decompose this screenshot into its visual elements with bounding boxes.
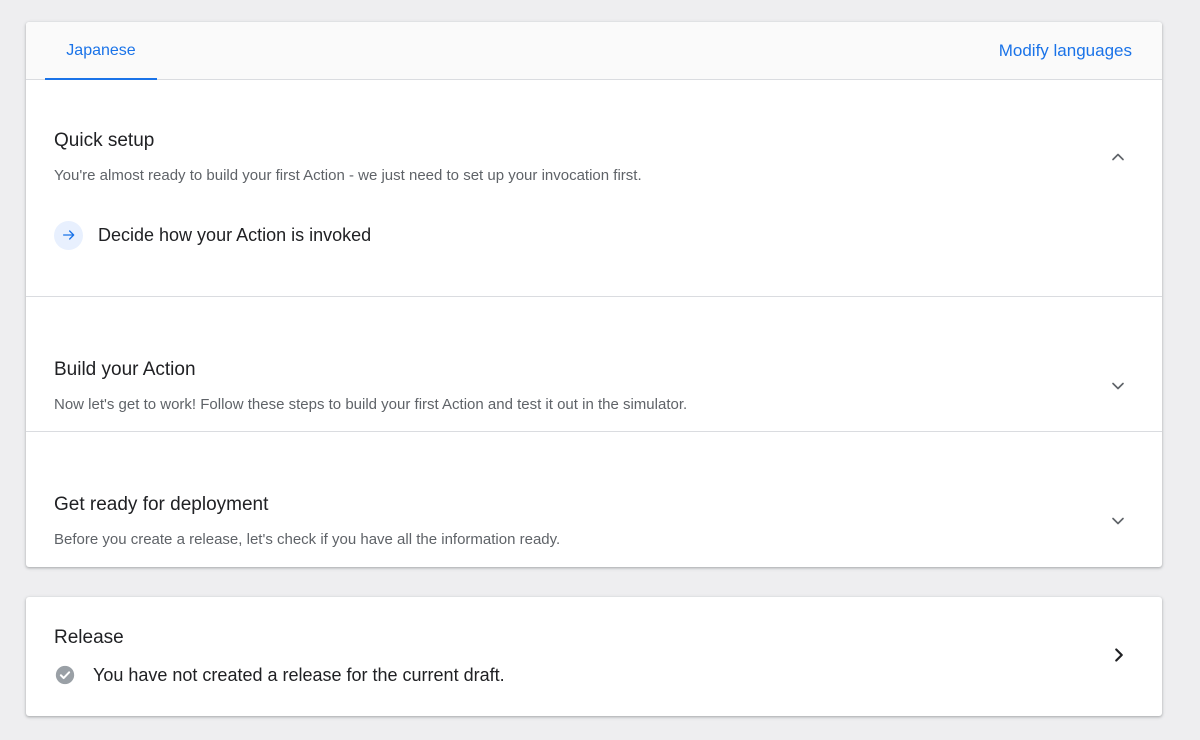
build-action-section: Build your Action Now let's get to work!… <box>26 297 1162 432</box>
chevron-down-icon[interactable] <box>1108 511 1128 531</box>
quick-setup-description: You're almost ready to build your first … <box>54 167 642 184</box>
build-action-title: Build your Action <box>54 359 196 380</box>
language-tab-bar: Japanese Modify languages <box>26 22 1162 80</box>
deployment-section: Get ready for deployment Before you crea… <box>26 432 1162 567</box>
quick-setup-title: Quick setup <box>54 130 155 151</box>
release-status-text: You have not created a release for the c… <box>93 664 505 685</box>
setup-card: Japanese Modify languages Quick setup Yo… <box>26 22 1162 567</box>
chevron-up-icon[interactable] <box>1108 147 1128 167</box>
step-label: Decide how your Action is invoked <box>98 224 372 245</box>
check-circle-icon <box>55 665 75 685</box>
deployment-title: Get ready for deployment <box>54 494 269 515</box>
step-icon-circle <box>54 220 83 250</box>
modify-languages-link[interactable]: Modify languages <box>999 22 1132 80</box>
release-status: You have not created a release for the c… <box>54 663 505 687</box>
quick-setup-section: Quick setup You're almost ready to build… <box>26 80 1162 297</box>
tab-japanese[interactable]: Japanese <box>45 22 157 80</box>
release-card[interactable]: Release You have not created a release f… <box>26 597 1162 716</box>
release-title: Release <box>54 627 124 648</box>
tab-japanese-label: Japanese <box>66 42 136 59</box>
arrow-right-icon <box>62 230 74 240</box>
chevron-right-icon[interactable] <box>1108 644 1130 666</box>
deployment-description: Before you create a release, let's check… <box>54 531 561 548</box>
build-action-description: Now let's get to work! Follow these step… <box>54 396 688 413</box>
chevron-down-icon[interactable] <box>1108 376 1128 396</box>
step-decide-invocation[interactable]: Decide how your Action is invoked <box>54 220 371 250</box>
